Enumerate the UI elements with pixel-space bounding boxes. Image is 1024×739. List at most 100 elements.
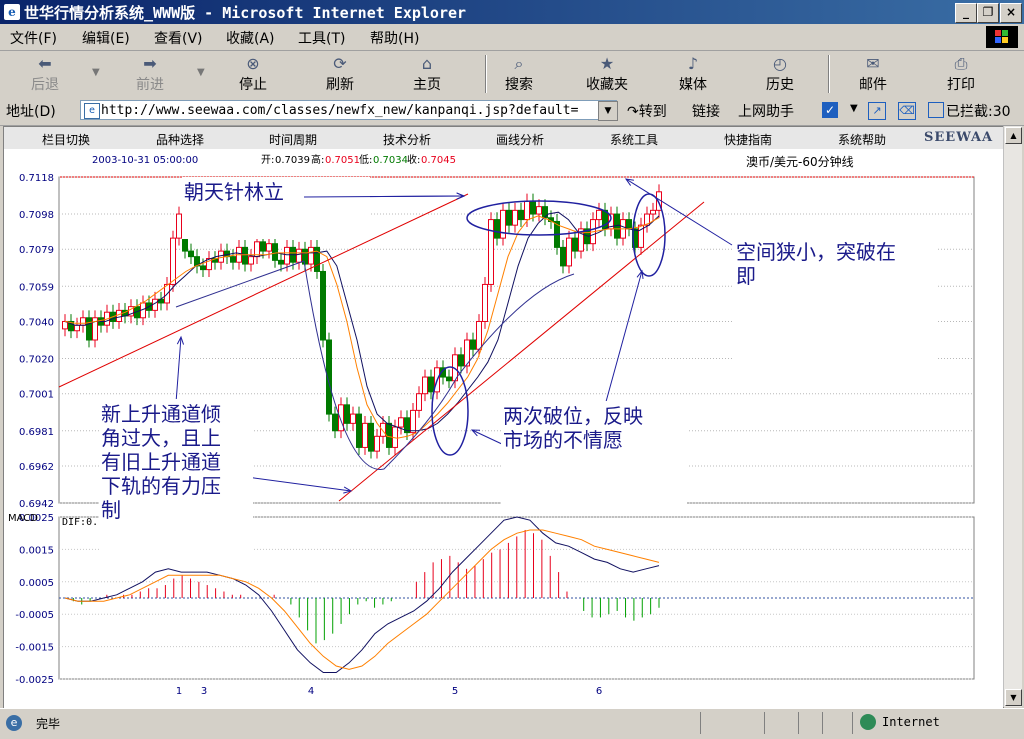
annotation-breakout-text: 空间狭小，突破在 <box>736 240 896 264</box>
candle-body <box>362 422 368 448</box>
go-button[interactable]: ↷转到 <box>627 101 667 121</box>
nav-column-switch[interactable]: 栏目切换 <box>42 131 90 148</box>
favorites-button[interactable]: ★ 收藏夹 <box>578 53 636 95</box>
candle-body <box>188 250 194 258</box>
candle-body <box>566 237 572 267</box>
nav-time-period[interactable]: 时间周期 <box>269 131 317 148</box>
candle-body <box>482 283 488 322</box>
high-label: 高: <box>311 153 324 166</box>
assistant-dropdown-icon[interactable]: ▼ <box>850 103 858 114</box>
toolbar-separator <box>828 55 830 93</box>
candle-body <box>428 376 434 393</box>
forward-button[interactable]: ➡ 前进 <box>125 53 175 95</box>
favorites-icon: ★ <box>599 54 615 73</box>
quote-high: 0.7051 <box>325 155 360 166</box>
menu-file[interactable]: 文件(F) <box>10 28 57 48</box>
menu-tools[interactable]: 工具(T) <box>298 28 345 48</box>
nav-system-tools[interactable]: 系统工具 <box>610 131 658 148</box>
candle-body <box>470 339 476 350</box>
address-dropdown-icon[interactable]: ▼ <box>598 101 618 121</box>
windows-logo-icon <box>986 26 1018 48</box>
refresh-button[interactable]: ⟳ 刷新 <box>315 53 365 95</box>
quote-datetime: 2003-10-31 05:00:00 <box>92 155 198 166</box>
annotation-new-channel-text: 有旧上升通道 <box>101 450 221 474</box>
candle-body <box>512 209 518 226</box>
mail-icon: ✉ <box>866 54 880 73</box>
eraser-icon[interactable]: ⌫ <box>898 102 916 120</box>
price-tick-label: 0.7020 <box>19 355 54 366</box>
assistant-button[interactable]: 上网助手 <box>738 101 794 121</box>
candle <box>482 277 488 329</box>
checkbox-icon[interactable]: ✓ <box>822 102 838 118</box>
mail-button[interactable]: ✉ 邮件 <box>848 53 898 95</box>
status-divider <box>700 712 701 734</box>
nav-system-help[interactable]: 系统帮助 <box>838 131 886 148</box>
scroll-down-icon[interactable]: ▼ <box>1005 689 1022 706</box>
x-marker-label: 3 <box>201 686 207 697</box>
candle-body <box>80 317 86 326</box>
history-button[interactable]: ◴ 历史 <box>755 53 805 95</box>
blocker-icon <box>928 102 944 118</box>
price-tick-label: 0.7059 <box>19 282 54 293</box>
page-icon: e <box>84 103 100 119</box>
menu-view[interactable]: 查看(V) <box>154 28 203 48</box>
stop-button[interactable]: ⊗ 停止 <box>228 53 278 95</box>
candle-body <box>626 219 632 230</box>
candle-body <box>296 248 302 263</box>
forward-dropdown-icon[interactable]: ▼ <box>197 67 205 78</box>
print-button[interactable]: ⎙ 打印 <box>936 53 986 95</box>
menu-edit[interactable]: 编辑(E) <box>82 28 130 48</box>
home-button[interactable]: ⌂ 主页 <box>402 53 452 95</box>
nav-quick-guide[interactable]: 快捷指南 <box>724 131 772 148</box>
print-icon: ⎙ <box>954 54 968 73</box>
candle-body <box>320 270 326 341</box>
toolbar: ⬅ 后退 ▼ ➡ 前进 ▼ ⊗ 停止 ⟳ 刷新 ⌂ 主页 ⌕ 搜索 ★ 收藏夹 ♪ 媒体 ◴ 历史… <box>0 51 1024 98</box>
nav-technical-analysis[interactable]: 技术分析 <box>383 131 431 148</box>
go-arrow-icon: ↷ <box>627 104 639 120</box>
candle-body <box>506 209 512 226</box>
candle-body <box>356 413 362 448</box>
search-button[interactable]: ⌕ 搜索 <box>494 53 544 95</box>
candle-body <box>380 422 386 437</box>
candle-body <box>530 200 536 215</box>
status-divider <box>852 712 853 734</box>
candle-body <box>86 317 92 341</box>
back-dropdown-icon[interactable]: ▼ <box>92 67 100 78</box>
close-button[interactable]: × <box>1000 3 1022 23</box>
price-tick-label: 0.6942 <box>19 499 54 510</box>
minimize-button[interactable]: _ <box>955 3 977 23</box>
candle-body <box>410 409 416 434</box>
popup-icon[interactable]: ↗ <box>868 102 886 120</box>
menu-help[interactable]: 帮助(H) <box>370 28 419 48</box>
candle-body <box>272 243 278 261</box>
candle-body <box>368 422 374 452</box>
toolbar-separator <box>485 55 487 93</box>
links-button[interactable]: 链接 <box>692 101 720 121</box>
home-icon: ⌂ <box>421 54 433 73</box>
status-bar: e 完毕 Internet <box>0 708 1024 739</box>
vertical-scrollbar[interactable]: ▲ ▼ <box>1003 126 1022 707</box>
address-input[interactable]: e http://www.seewaa.com/classes/newfx_ne… <box>80 100 617 120</box>
back-button[interactable]: ⬅ 后退 <box>20 53 70 95</box>
status-divider <box>798 712 799 734</box>
media-button[interactable]: ♪ 媒体 <box>668 53 718 95</box>
nav-drawing-analysis[interactable]: 画线分析 <box>496 131 544 148</box>
search-icon: ⌕ <box>514 54 524 73</box>
candle-body <box>74 324 80 332</box>
low-label: 低: <box>359 153 372 166</box>
quote-close: 0.7045 <box>421 155 456 166</box>
nav-symbol-select[interactable]: 品种选择 <box>156 131 204 148</box>
ie-status-icon: e <box>6 715 22 731</box>
candle-body <box>350 413 356 424</box>
restore-button[interactable]: ❐ <box>977 3 999 23</box>
menu-favorites[interactable]: 收藏(A) <box>226 28 275 48</box>
candle-body <box>308 246 314 265</box>
price-tick-label: 0.6981 <box>19 427 54 438</box>
candle <box>488 212 494 292</box>
scroll-up-icon[interactable]: ▲ <box>1005 127 1022 144</box>
candle-body <box>266 243 272 252</box>
candle-body <box>572 237 578 252</box>
candle <box>320 264 326 348</box>
annotation-double-break-text: 市场的不情愿 <box>503 428 623 452</box>
macd-tick-label: -0.0025 <box>15 675 54 686</box>
